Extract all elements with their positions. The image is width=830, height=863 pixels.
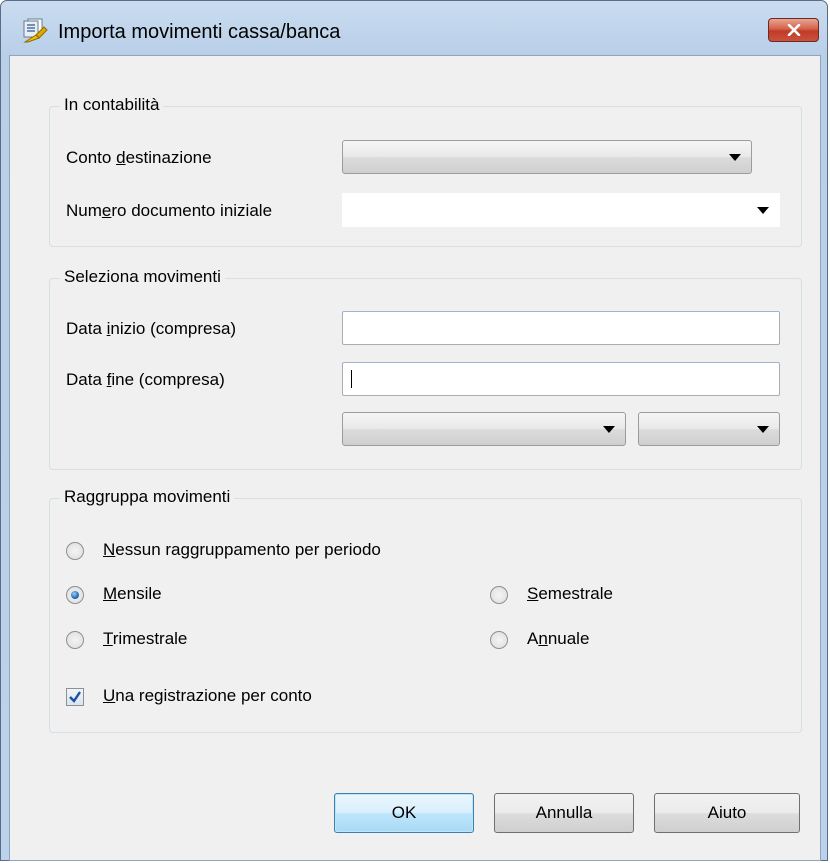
checkmark-icon (69, 691, 81, 703)
numero-documento-combo[interactable] (342, 193, 780, 227)
chevron-down-icon (603, 426, 615, 433)
chevron-down-icon (757, 426, 769, 433)
year-combo[interactable] (638, 412, 780, 446)
radio-semestrale[interactable] (490, 586, 508, 604)
data-inizio-input[interactable] (342, 311, 780, 345)
data-fine-input[interactable] (342, 362, 780, 396)
title-bar[interactable]: Importa movimenti cassa/banca (1, 1, 827, 47)
aiuto-button[interactable]: Aiuto (654, 793, 800, 833)
group-in-contabilita-legend: In contabilità (60, 95, 164, 115)
numero-documento-label: Numero documento iniziale (66, 201, 273, 220)
radio-annuale-label[interactable]: Annuale (527, 629, 589, 649)
radio-nessun-raggruppamento[interactable] (66, 542, 84, 560)
dialog-body: In contabilità Conto destinazione Numero… (9, 55, 821, 861)
group-seleziona-legend: Seleziona movimenti (60, 267, 225, 287)
period-combo[interactable] (342, 412, 626, 446)
chevron-down-icon (729, 154, 741, 161)
checkbox-una-registrazione[interactable] (66, 688, 84, 706)
window-title: Importa movimenti cassa/banca (58, 21, 341, 43)
text-cursor (351, 370, 352, 388)
conto-destinazione-combo[interactable] (342, 140, 752, 174)
radio-trimestrale-label[interactable]: Trimestrale (103, 629, 187, 649)
radio-annuale[interactable] (490, 631, 508, 649)
radio-trimestrale[interactable] (66, 631, 84, 649)
app-icon (23, 18, 48, 43)
annulla-button[interactable]: Annulla (494, 793, 634, 833)
data-inizio-label: Data inizio (compresa) (66, 319, 237, 338)
group-raggruppa-legend: Raggruppa movimenti (60, 487, 235, 507)
close-button[interactable] (768, 18, 819, 42)
chevron-down-icon (757, 207, 769, 214)
conto-destinazione-label: Conto destinazione (66, 148, 212, 167)
radio-semestrale-label[interactable]: Semestrale (527, 584, 613, 604)
data-fine-label: Data fine (compresa) (66, 370, 225, 389)
checkbox-una-registrazione-label[interactable]: Una registrazione per conto (103, 686, 312, 706)
ok-button[interactable]: OK (334, 793, 474, 833)
radio-mensile-label[interactable]: Mensile (103, 584, 162, 604)
radio-nessun-raggruppamento-label[interactable]: Nessun raggruppamento per periodo (103, 540, 381, 560)
dialog-window: Importa movimenti cassa/banca In contabi… (0, 0, 828, 861)
radio-mensile[interactable] (66, 586, 84, 604)
close-icon (787, 24, 800, 36)
